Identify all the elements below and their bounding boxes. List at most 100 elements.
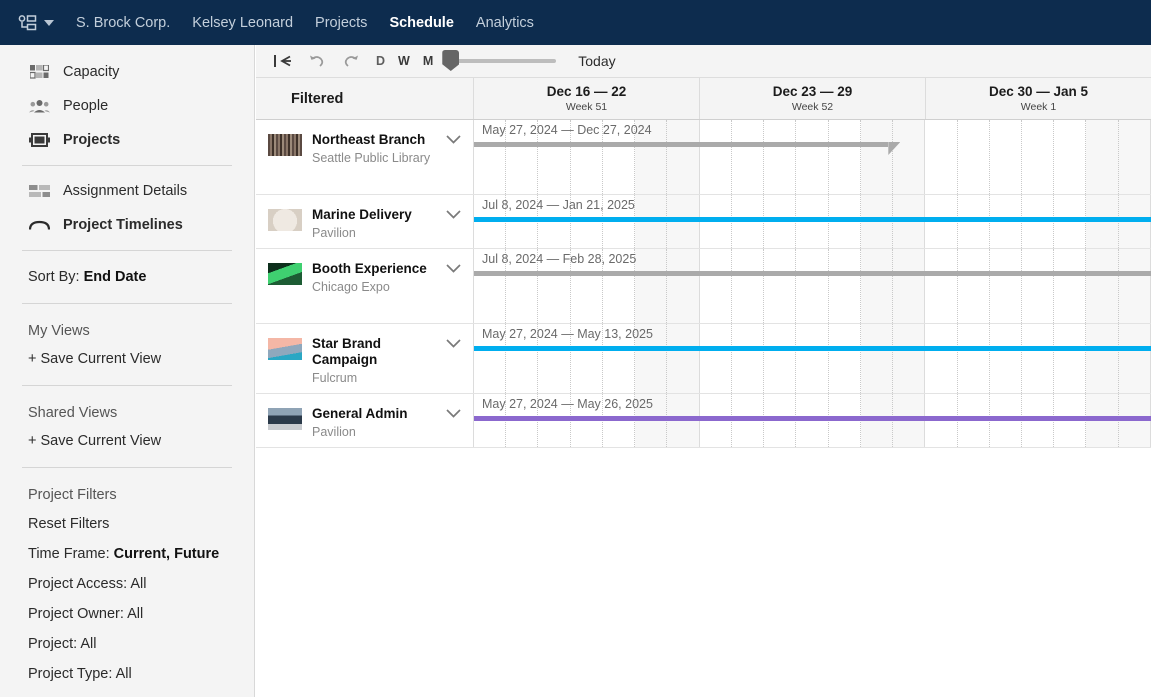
sidebar-item-people[interactable]: People <box>0 89 254 123</box>
day-column <box>893 120 926 194</box>
nav-link-analytics[interactable]: Analytics <box>476 15 534 31</box>
gantt-bar[interactable] <box>474 346 1151 351</box>
filter-time-frame[interactable]: Time Frame: Current, Future <box>0 539 254 569</box>
project-info-cell[interactable]: Booth Experience Chicago Expo <box>256 249 474 323</box>
timeline-grid-header: Filtered Dec 16 — 22 Week 51 Dec 23 — 29 We… <box>256 78 1151 120</box>
sort-by-control[interactable]: Sort By: End Date <box>0 259 254 295</box>
filter-project-type[interactable]: Project Type: All <box>0 659 254 689</box>
day-column <box>990 324 1022 393</box>
project-name: Booth Experience <box>312 261 427 276</box>
zoom-unit-week[interactable]: W <box>398 54 410 68</box>
sidebar-item-label: Projects <box>63 132 121 148</box>
expand-row-chevron-down-icon[interactable] <box>441 261 465 273</box>
project-client: Pavilion <box>312 226 356 240</box>
table-row[interactable]: Marine Delivery Pavilion Jul 8, 2024 — Jan… <box>256 195 1151 249</box>
project-info-cell[interactable]: General Admin Pavilion <box>256 394 474 447</box>
day-column <box>829 324 861 393</box>
day-column <box>925 249 958 323</box>
table-row[interactable]: Northeast Branch Seattle Public Library Ma… <box>256 120 1151 195</box>
sidebar-primary-nav: Capacity People Projects Assignment Deta… <box>0 45 254 697</box>
day-column <box>925 120 958 194</box>
filter-project-access[interactable]: Project Access: All <box>0 569 254 599</box>
zoom-slider-handle[interactable] <box>442 50 460 71</box>
sidebar-item-capacity[interactable]: Capacity <box>0 55 254 89</box>
timeline-cell[interactable]: May 27, 2024 — May 13, 2025 <box>474 324 1151 393</box>
nav-link-projects[interactable]: Projects <box>315 15 367 31</box>
zoom-slider[interactable] <box>442 50 557 71</box>
table-row[interactable]: General Admin Pavilion May 27, 2024 — May … <box>256 394 1151 448</box>
zoom-unit-day[interactable]: D <box>376 54 385 68</box>
day-column <box>732 324 765 393</box>
gantt-bar[interactable] <box>474 271 1151 276</box>
top-navigation-bar: S. Brock Corp. Kelsey Leonard Projects Sche… <box>0 0 1151 45</box>
day-column <box>635 249 668 323</box>
filter-value: All <box>130 576 147 592</box>
week-header-title: Dec 30 — Jan 5 <box>988 84 1089 99</box>
sidebar-divider-4 <box>22 385 232 386</box>
sidebar-divider-5 <box>22 467 232 468</box>
sidebar-item-assignment-details[interactable]: Assignment Details <box>0 174 254 208</box>
collapse-to-start-icon[interactable] <box>274 54 292 68</box>
filter-project[interactable]: Project: All <box>0 629 254 659</box>
timeline-cell[interactable]: Jul 8, 2024 — Jan 21, 2025 <box>474 195 1151 248</box>
timeline-grid-body: Northeast Branch Seattle Public Library Ma… <box>256 120 1151 697</box>
day-column <box>1118 324 1151 393</box>
day-column <box>1022 120 1055 194</box>
undo-icon[interactable] <box>308 54 326 68</box>
project-text: Star Brand Campaign Fulcrum <box>312 336 441 385</box>
day-column <box>700 324 732 393</box>
reset-filters-button[interactable]: Reset Filters <box>0 509 254 539</box>
project-text: Marine Delivery Pavilion <box>312 207 441 240</box>
sidebar-divider-3 <box>22 303 232 304</box>
project-name: Star Brand Campaign <box>312 336 382 367</box>
filter-value: All <box>115 666 132 682</box>
filter-project-owner[interactable]: Project Owner: All <box>0 599 254 629</box>
expand-row-chevron-down-icon[interactable] <box>441 132 465 144</box>
day-column <box>990 120 1022 194</box>
timeline-cell[interactable]: Jul 8, 2024 — Feb 28, 2025 <box>474 249 1151 323</box>
day-column <box>1086 120 1119 194</box>
expand-row-chevron-down-icon[interactable] <box>441 207 465 219</box>
sidebar-item-project-timelines[interactable]: Project Timelines <box>0 208 254 242</box>
table-row[interactable]: Booth Experience Chicago Expo Jul 8, 2024 … <box>256 249 1151 324</box>
project-filter-list: Time Frame: Current, Future Project Acces… <box>0 539 254 697</box>
timeline-cell[interactable]: May 27, 2024 — Dec 27, 2024 <box>474 120 1151 194</box>
week-header-number: Week 52 <box>791 101 834 113</box>
sidebar-item-projects[interactable]: Projects <box>0 123 254 157</box>
expand-row-chevron-down-icon[interactable] <box>441 336 465 348</box>
org-switcher-menu[interactable] <box>18 14 54 31</box>
today-button[interactable]: Today <box>578 53 615 69</box>
filter-value: Current, Future <box>113 546 220 562</box>
my-views-heading: My Views <box>28 323 90 339</box>
project-info-cell[interactable]: Star Brand Campaign Fulcrum <box>256 324 474 393</box>
save-current-view-my[interactable]: + Save Current View <box>0 345 254 377</box>
redo-icon[interactable] <box>342 54 360 68</box>
expand-row-chevron-down-icon[interactable] <box>441 406 465 418</box>
day-column <box>958 249 990 323</box>
project-name: Marine Delivery <box>312 207 412 222</box>
save-current-view-shared[interactable]: + Save Current View <box>0 427 254 459</box>
project-timelines-icon <box>28 220 50 231</box>
filter-client[interactable]: Client: All <box>0 689 254 697</box>
project-info-cell[interactable]: Northeast Branch Seattle Public Library <box>256 120 474 194</box>
day-column <box>1022 249 1055 323</box>
filter-value: All <box>127 606 144 622</box>
nav-link-kelsey-leonard[interactable]: Kelsey Leonard <box>192 15 293 31</box>
gantt-bar[interactable] <box>474 416 1151 421</box>
nav-link-schedule[interactable]: Schedule <box>389 15 453 31</box>
project-info-cell[interactable]: Marine Delivery Pavilion <box>256 195 474 248</box>
project-date-range: May 27, 2024 — May 13, 2025 <box>482 327 653 341</box>
gantt-bar[interactable] <box>474 142 889 147</box>
zoom-unit-month[interactable]: M <box>423 54 433 68</box>
timeline-cell[interactable]: May 27, 2024 — May 26, 2025 <box>474 394 1151 447</box>
project-text: Northeast Branch Seattle Public Library <box>312 132 441 165</box>
day-column <box>829 249 861 323</box>
nav-link-s-brock-corp[interactable]: S. Brock Corp. <box>76 15 170 31</box>
day-column <box>700 120 732 194</box>
project-thumbnail <box>268 209 302 231</box>
gantt-bar[interactable] <box>474 217 1151 222</box>
day-column <box>1054 324 1087 393</box>
zoom-slider-track <box>448 59 557 63</box>
table-row[interactable]: Star Brand Campaign Fulcrum May 27, 2024 —… <box>256 324 1151 394</box>
day-column <box>796 120 829 194</box>
